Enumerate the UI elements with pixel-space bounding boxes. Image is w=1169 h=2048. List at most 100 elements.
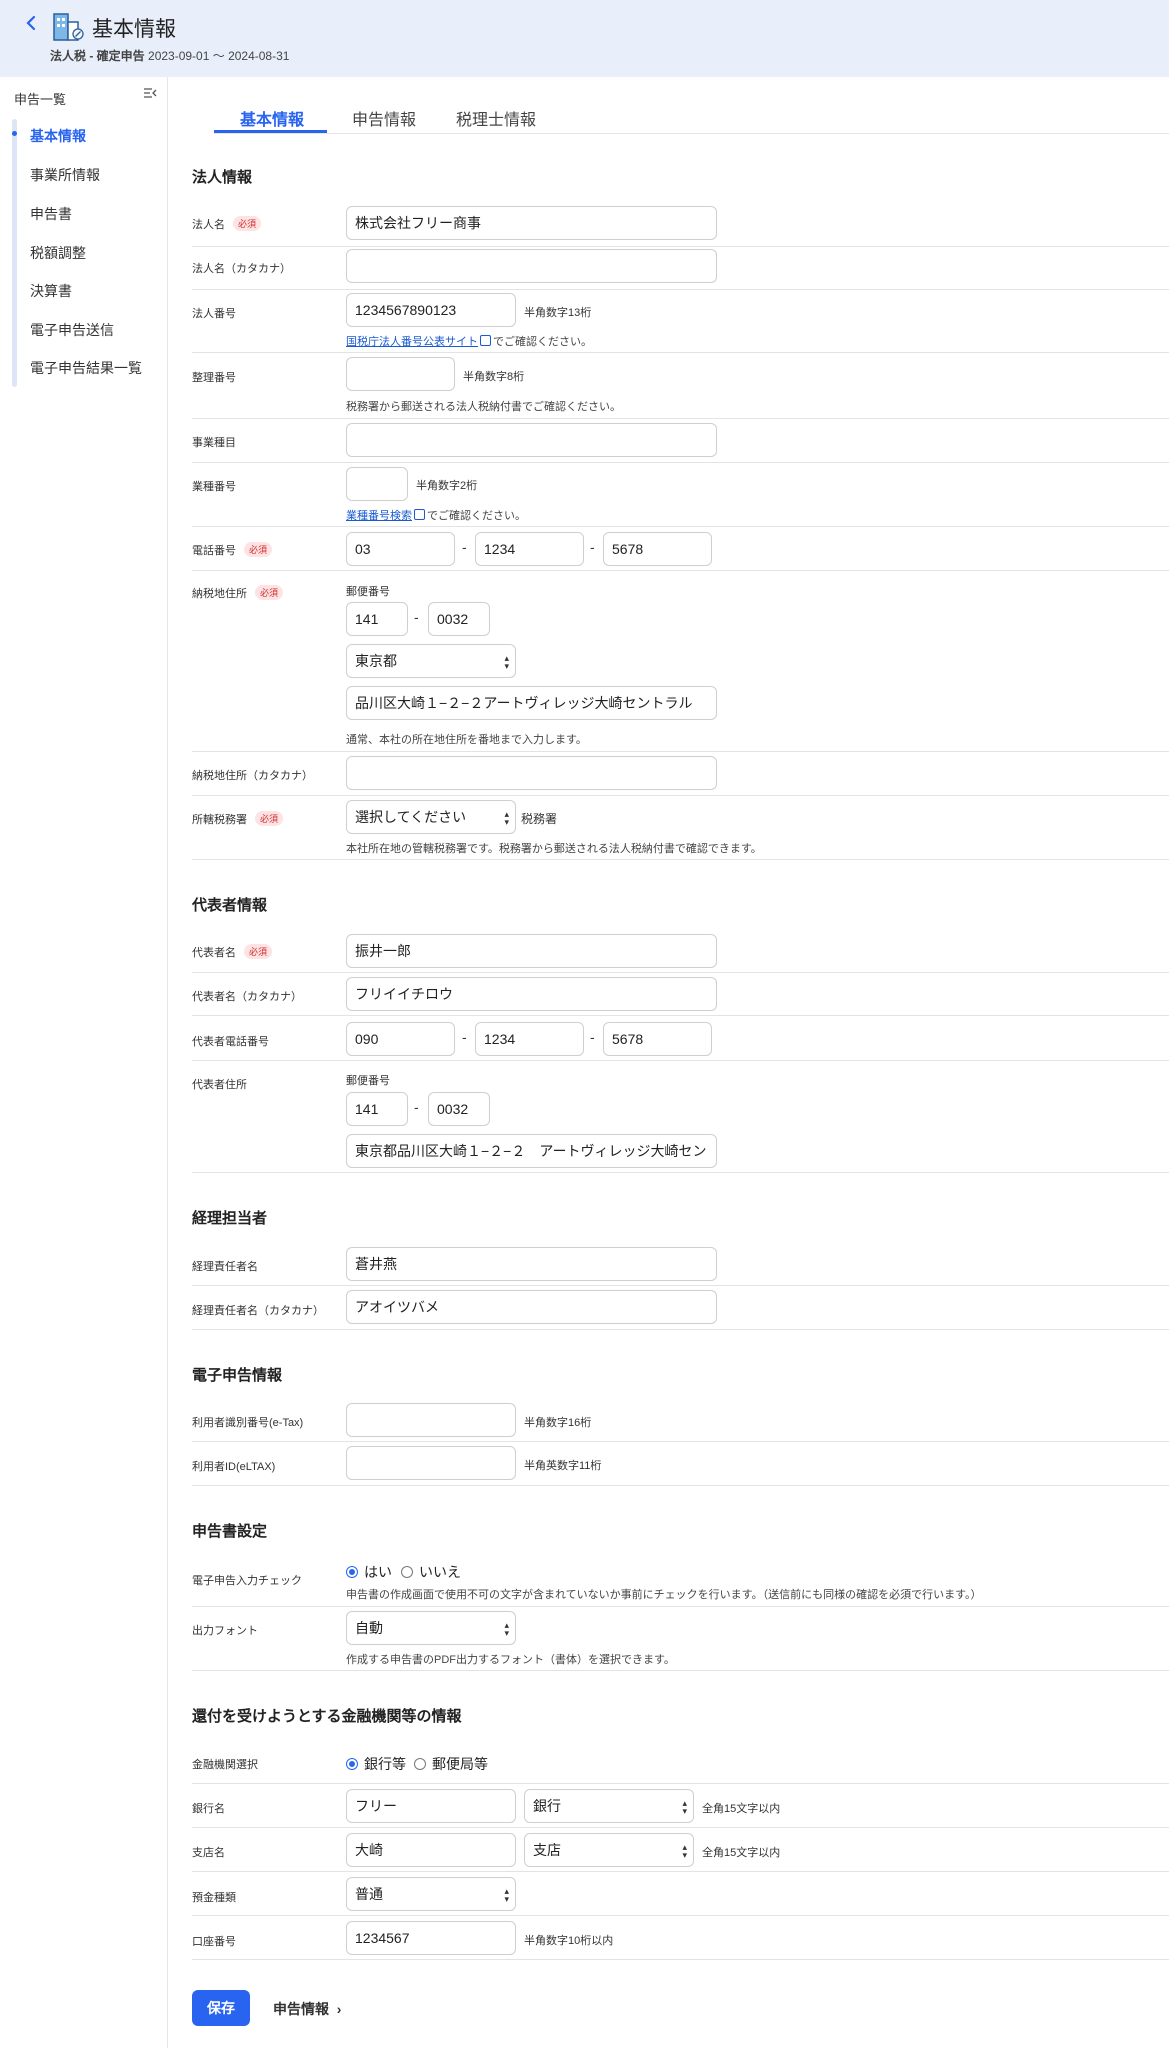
rep-postal-first-input[interactable]: 141: [346, 1092, 408, 1126]
corp-kana-input[interactable]: [346, 249, 717, 283]
sidebar-item-e-filing-results[interactable]: 電子申告結果一覧: [30, 358, 142, 378]
corp-name-input[interactable]: 株式会社フリー商事: [346, 206, 717, 240]
etax-id-hint: 半角数字16桁: [524, 1417, 592, 1429]
corp-number-input[interactable]: 1234567890123: [346, 293, 516, 327]
sidebar-item-tax-adjust[interactable]: 税額調整: [30, 243, 86, 263]
divider: [192, 418, 1169, 419]
eltax-id-label: 利用者ID(eLTAX): [192, 1461, 276, 1473]
select-arrow-icon: ▴ ▾: [682, 1798, 687, 1816]
bank-radio[interactable]: 銀行等: [346, 1754, 406, 1774]
phone-middle-input[interactable]: 1234: [475, 532, 584, 566]
rep-phone-middle-input[interactable]: 1234: [475, 1022, 584, 1056]
rep-postal-second-input[interactable]: 0032: [428, 1092, 490, 1126]
divider: [192, 1670, 1169, 1671]
rep-phone-last-input[interactable]: 5678: [603, 1022, 712, 1056]
rep-postal-label: 郵便番号: [346, 1075, 390, 1087]
deposit-type-select[interactable]: 普通 ▴ ▾: [346, 1877, 516, 1911]
divider: [192, 1871, 1169, 1872]
sidebar-item-return[interactable]: 申告書: [30, 204, 72, 224]
section-title-rep: 代表者情報: [192, 897, 268, 914]
dash: -: [462, 1029, 467, 1045]
eltax-id-input[interactable]: [346, 1446, 516, 1480]
page-header: 基本情報 法人税 - 確定申告 2023-09-01 〜 2024-08-31: [0, 0, 1169, 77]
ref-number-input[interactable]: [346, 357, 455, 391]
acct-name-input[interactable]: 蒼井燕: [346, 1247, 717, 1281]
acct-kana-label: 経理責任者名（カタカナ）: [192, 1305, 324, 1317]
output-font-note: 作成する申告書のPDF出力するフォント（書体）を選択できます。: [346, 1654, 675, 1666]
tab-accountant-info[interactable]: 税理士情報: [456, 106, 536, 130]
tab-filing-info[interactable]: 申告情報: [352, 106, 416, 130]
sidebar-collapse-icon[interactable]: [143, 87, 157, 102]
rep-address-input[interactable]: 東京都品川区大崎１−２−２ アートヴィレッジ大崎セン: [346, 1134, 717, 1168]
section-title-form-settings: 申告書設定: [192, 1523, 268, 1540]
external-link-icon: [480, 335, 491, 346]
tax-office-select[interactable]: 選択してください ▴ ▾: [346, 800, 516, 834]
phone-area-input[interactable]: 03: [346, 532, 455, 566]
branch-type-select[interactable]: 支店 ▴ ▾: [524, 1833, 694, 1867]
section-title-accounting: 経理担当者: [192, 1210, 268, 1227]
divider: [192, 1172, 1169, 1173]
dash: -: [414, 1099, 419, 1115]
rep-kana-label: 代表者名（カタカナ）: [192, 991, 302, 1003]
corp-number-note: 国税庁法人番号公表サイト でご確認ください。: [346, 335, 592, 348]
save-button[interactable]: 保存: [192, 1990, 250, 2026]
section-title-e-filing: 電子申告情報: [192, 1367, 283, 1384]
rep-phone-area-input[interactable]: 090: [346, 1022, 455, 1056]
rep-name-input[interactable]: 振井一郎: [346, 934, 717, 968]
deposit-type-label: 預金種類: [192, 1892, 236, 1904]
divider: [192, 1915, 1169, 1916]
divider: [192, 1783, 1169, 1784]
bank-name-input[interactable]: フリー: [346, 1789, 516, 1823]
ref-number-label: 整理番号: [192, 372, 236, 384]
industry-search-link[interactable]: 業種番号検索: [346, 510, 412, 522]
sidebar-item-e-filing[interactable]: 電子申告送信: [30, 320, 114, 340]
select-arrow-icon: ▴ ▾: [682, 1842, 687, 1860]
phone-last-input[interactable]: 5678: [603, 532, 712, 566]
tab-basic-info[interactable]: 基本情報: [240, 106, 304, 130]
divider: [192, 1485, 1169, 1486]
sidebar-item-office-info[interactable]: 事業所情報: [30, 165, 100, 185]
external-link-icon: [414, 509, 425, 520]
nta-corp-number-link[interactable]: 国税庁法人番号公表サイト: [346, 336, 478, 348]
acct-kana-input[interactable]: アオイツバメ: [346, 1290, 717, 1324]
input-check-no-radio[interactable]: いいえ: [401, 1562, 461, 1582]
branch-name-input[interactable]: 大崎: [346, 1833, 516, 1867]
corp-kana-label: 法人名（カタカナ）: [192, 263, 291, 275]
select-arrow-icon: ▴ ▾: [504, 653, 509, 671]
account-number-input[interactable]: 1234567: [346, 1921, 516, 1955]
corp-number-label: 法人番号: [192, 308, 236, 320]
industry-input[interactable]: [346, 467, 408, 501]
radio-unchecked-icon: [401, 1566, 413, 1578]
business-label: 事業種目: [192, 437, 236, 449]
sidebar-item-financial-statements[interactable]: 決算書: [30, 281, 72, 301]
business-input[interactable]: [346, 423, 717, 457]
divider: [192, 859, 1169, 860]
divider: [192, 1959, 1169, 1960]
tax-address-kana-input[interactable]: [346, 756, 717, 790]
post-office-radio[interactable]: 郵便局等: [414, 1754, 488, 1774]
divider: [192, 795, 1169, 796]
radio-checked-icon: [346, 1758, 358, 1770]
page-title: 基本情報: [92, 18, 176, 41]
bank-type-select[interactable]: 銀行 ▴ ▾: [524, 1789, 694, 1823]
sidebar-item-basic-info[interactable]: 基本情報: [30, 126, 86, 146]
next-filing-info-link[interactable]: 申告情報 ›: [273, 1999, 341, 2019]
bank-select-label: 金融機関選択: [192, 1759, 258, 1771]
postal-first-input[interactable]: 141: [346, 602, 408, 636]
input-check-yes-radio[interactable]: はい: [346, 1562, 392, 1582]
divider: [192, 1329, 1169, 1330]
tax-address-kana-label: 納税地住所（カタカナ）: [192, 770, 313, 782]
address-input[interactable]: 品川区大崎１−２−２アートヴィレッジ大崎セントラル: [346, 686, 717, 720]
branch-name-hint: 全角15文字以内: [702, 1847, 781, 1859]
bank-name-hint: 全角15文字以内: [702, 1803, 781, 1815]
rep-kana-input[interactable]: フリイイチロウ: [346, 977, 717, 1011]
divider: [192, 1285, 1169, 1286]
chevron-left-icon[interactable]: [24, 13, 40, 37]
divider: [192, 462, 1169, 463]
output-font-label: 出力フォント: [192, 1625, 258, 1637]
prefecture-select[interactable]: 東京都 ▴ ▾: [346, 644, 516, 678]
output-font-select[interactable]: 自動 ▴ ▾: [346, 1611, 516, 1645]
etax-id-input[interactable]: [346, 1403, 516, 1437]
postal-second-input[interactable]: 0032: [428, 602, 490, 636]
phone-label: 電話番号 必須: [192, 542, 273, 558]
